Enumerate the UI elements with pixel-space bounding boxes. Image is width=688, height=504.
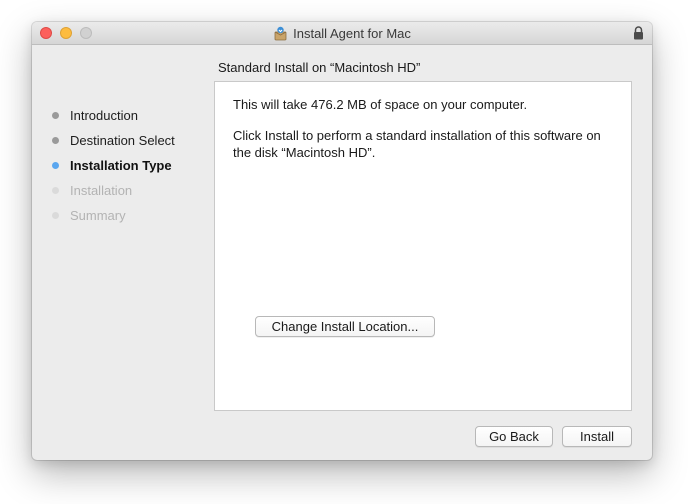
go-back-button[interactable]: Go Back bbox=[475, 426, 553, 447]
window-title: Install Agent for Mac bbox=[293, 25, 411, 41]
step-summary: Summary bbox=[52, 203, 175, 228]
installer-window: Install Agent for Mac Standard Install o… bbox=[32, 22, 652, 460]
step-installation: Installation bbox=[52, 178, 175, 203]
step-label: Summary bbox=[70, 208, 126, 223]
change-install-location-button[interactable]: Change Install Location... bbox=[255, 316, 435, 337]
lock-icon[interactable] bbox=[633, 26, 644, 40]
step-dot-icon bbox=[52, 112, 59, 119]
step-dot-icon bbox=[52, 137, 59, 144]
step-label: Installation bbox=[70, 183, 133, 198]
step-dot-icon bbox=[52, 187, 59, 194]
install-button[interactable]: Install bbox=[562, 426, 632, 447]
step-introduction: Introduction bbox=[52, 103, 175, 128]
step-destination-select: Destination Select bbox=[52, 128, 175, 153]
install-instructions-text: Click Install to perform a standard inst… bbox=[233, 128, 601, 160]
page-title: Standard Install on “Macintosh HD” bbox=[218, 60, 421, 75]
content-panel: This will take 476.2 MB of space on your… bbox=[214, 81, 632, 411]
title-bar[interactable]: Install Agent for Mac bbox=[32, 22, 652, 45]
step-label: Destination Select bbox=[70, 133, 175, 148]
step-installation-type: Installation Type bbox=[52, 153, 175, 178]
installer-app-icon bbox=[273, 26, 288, 41]
current-step-dot-icon bbox=[52, 162, 59, 169]
window-title-group: Install Agent for Mac bbox=[32, 22, 652, 44]
step-label: Introduction bbox=[70, 108, 138, 123]
step-label: Installation Type bbox=[70, 158, 172, 173]
step-dot-icon bbox=[52, 212, 59, 219]
installer-steps: Introduction Destination Select Installa… bbox=[52, 103, 175, 228]
space-requirement-text: This will take 476.2 MB of space on your… bbox=[233, 97, 528, 112]
